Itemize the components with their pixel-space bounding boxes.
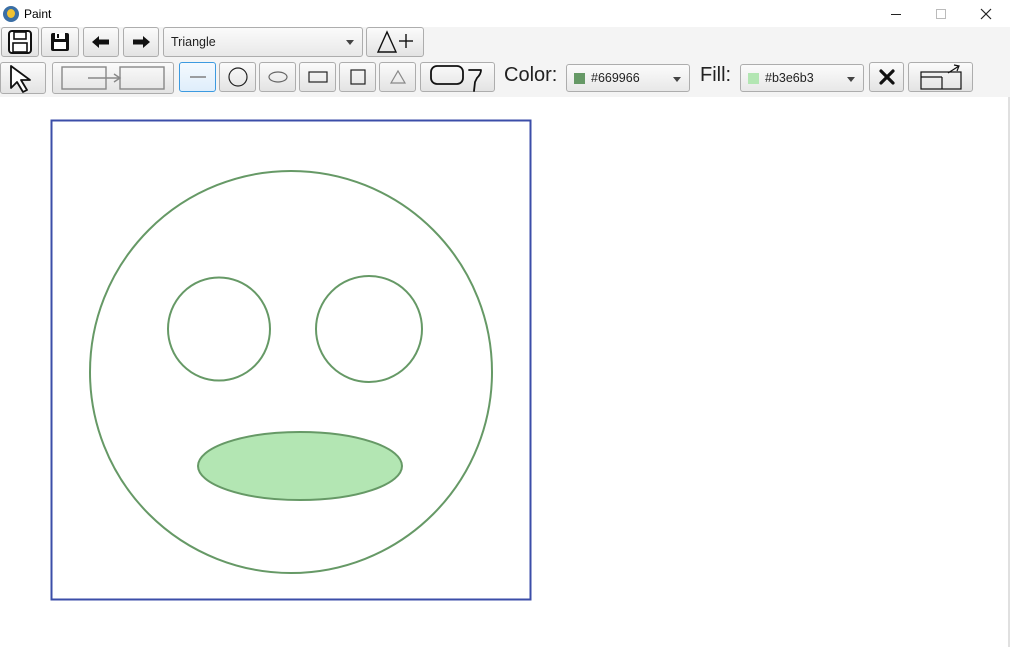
color-label: Color: xyxy=(504,64,558,86)
chevron-down-icon xyxy=(346,40,354,45)
add-shape-button[interactable] xyxy=(366,27,424,57)
ellipse-tool-button[interactable] xyxy=(259,62,296,92)
chevron-down-icon xyxy=(847,77,855,82)
close-icon xyxy=(980,8,991,19)
drawing-canvas[interactable] xyxy=(0,97,1008,647)
custom-shape-tool-button[interactable] xyxy=(420,62,495,92)
square-icon xyxy=(349,69,366,85)
face-circle[interactable] xyxy=(89,170,493,574)
color-select-value: #669966 xyxy=(591,71,640,85)
toolbar-area: Triangle Color: #669966 Fill: #b3e6b3 xyxy=(0,27,1010,97)
arrow-right-icon xyxy=(133,36,150,48)
left-eye-circle[interactable] xyxy=(167,276,271,382)
minimize-button[interactable] xyxy=(873,0,918,27)
save-as-icon xyxy=(51,33,69,51)
rectangle-tool-button[interactable] xyxy=(299,62,336,92)
select-tool-button[interactable] xyxy=(0,62,46,94)
mouth-ellipse[interactable] xyxy=(197,431,403,501)
connector-icon xyxy=(61,66,165,90)
triangle-icon xyxy=(389,69,406,84)
fill-select[interactable]: #b3e6b3 xyxy=(740,64,864,92)
delete-button[interactable] xyxy=(869,62,904,92)
rectangle-icon xyxy=(307,71,328,83)
fill-select-value: #b3e6b3 xyxy=(765,71,814,85)
save-icon xyxy=(8,30,32,54)
save-as-button[interactable] xyxy=(41,27,79,57)
minimize-icon xyxy=(890,13,901,15)
line-icon xyxy=(189,76,206,78)
triangle-tool-button[interactable] xyxy=(379,62,416,92)
x-icon xyxy=(878,69,895,85)
save-button[interactable] xyxy=(1,27,39,57)
close-button[interactable] xyxy=(963,0,1008,27)
chevron-down-icon xyxy=(673,77,681,82)
shape-select[interactable]: Triangle xyxy=(163,27,363,57)
resize-icon xyxy=(919,64,962,90)
fill-swatch xyxy=(748,72,759,84)
app-icon xyxy=(3,5,19,22)
triangle-plus-icon xyxy=(376,30,413,53)
canvas-svg xyxy=(50,119,532,601)
undo-button[interactable] xyxy=(83,27,119,57)
color-select[interactable]: #669966 xyxy=(566,64,690,92)
window-title: Paint xyxy=(24,6,52,21)
circle-tool-button[interactable] xyxy=(219,62,256,92)
title-bar: Paint xyxy=(0,0,1010,27)
arrow-left-icon xyxy=(92,36,109,48)
color-swatch xyxy=(574,72,585,84)
shape-select-value: Triangle xyxy=(171,35,216,49)
line-tool-button[interactable] xyxy=(179,62,216,92)
circle-icon xyxy=(227,67,248,87)
fill-label: Fill: xyxy=(700,64,732,86)
rounded-rect-question-icon xyxy=(429,65,482,92)
maximize-icon xyxy=(935,8,946,19)
maximize-button[interactable] xyxy=(918,0,963,27)
ellipse-icon xyxy=(267,71,288,83)
cursor-icon xyxy=(10,65,31,93)
selection-frame xyxy=(50,119,532,601)
resize-canvas-button[interactable] xyxy=(908,62,973,92)
redo-button[interactable] xyxy=(123,27,159,57)
right-eye-circle[interactable] xyxy=(315,275,423,383)
square-tool-button[interactable] xyxy=(339,62,376,92)
connector-tool-button[interactable] xyxy=(52,62,174,94)
